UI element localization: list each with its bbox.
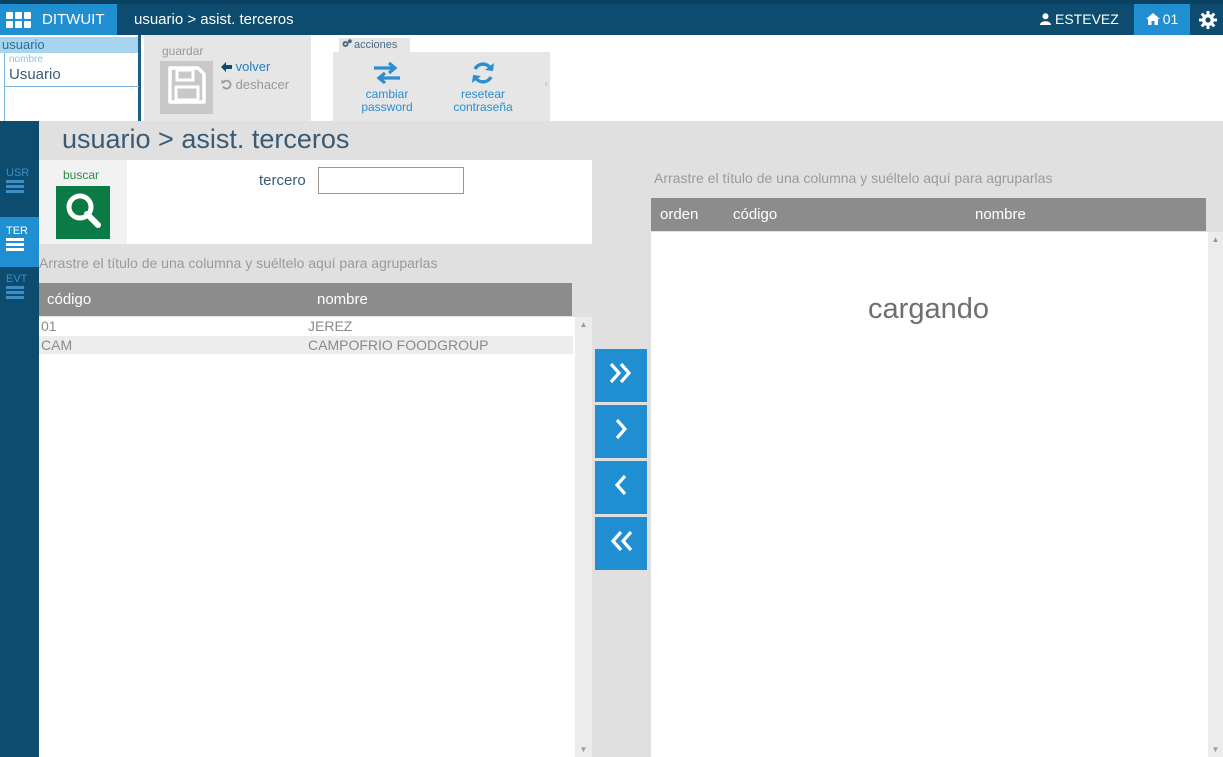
record-name-field[interactable]: nombre Usuario [4, 53, 139, 122]
search-icon [63, 190, 103, 235]
left-rail: USR TER EVT [0, 121, 39, 757]
search-panel: buscar tercero [39, 160, 592, 244]
apps-grid-icon [6, 12, 32, 28]
column-header-orden[interactable]: orden [660, 198, 698, 231]
rail-item-ter[interactable]: TER [0, 217, 39, 267]
left-group-drop-zone[interactable]: Arrastre el título de una columna y suél… [39, 255, 437, 271]
list-icon [6, 286, 24, 299]
right-scrollbar[interactable]: ▲ ▼ [1208, 232, 1223, 757]
app-menu-button[interactable]: DITWUIT [0, 4, 117, 35]
change-password-line2: password [361, 100, 413, 114]
list-icon [6, 180, 24, 193]
column-header-codigo[interactable]: código [733, 198, 777, 231]
move-left-button[interactable] [595, 461, 647, 514]
right-group-drop-zone[interactable]: Arrastre el título de una columna y suél… [654, 170, 1052, 186]
user-icon [1040, 5, 1051, 36]
refresh-icon [443, 56, 523, 88]
home-button[interactable]: 01 [1134, 4, 1190, 35]
scroll-up-icon[interactable]: ▲ [1208, 235, 1223, 244]
reset-password-line2: contraseña [453, 100, 513, 114]
actions-tab-label: acciones [354, 39, 398, 51]
cell-code: 01 [41, 318, 57, 334]
cell-name: CAMPOFRIO FOODGROUP [308, 337, 489, 353]
change-password-button[interactable]: cambiar password [353, 56, 421, 114]
left-grid-body: 01 JEREZ CAM CAMPOFRIO FOODGROUP [39, 317, 575, 757]
rail-item-label: TER [6, 225, 28, 237]
record-entity: usuario [0, 37, 138, 53]
actions-tab[interactable]: acciones [339, 38, 410, 52]
user-menu[interactable]: ESTEVEZ [1040, 4, 1119, 35]
save-group: guardar volver deshacer [144, 35, 311, 121]
page-title: usuario > asist. terceros [62, 124, 350, 154]
undo-link[interactable]: deshacer [221, 77, 289, 93]
search-label: buscar [63, 168, 100, 182]
top-breadcrumb: usuario > asist. terceros [134, 11, 294, 28]
move-all-right-button[interactable] [595, 349, 647, 402]
rail-item-usr[interactable]: USR [0, 167, 39, 217]
left-grid-header: código nombre [39, 283, 572, 316]
move-all-left-button[interactable] [595, 517, 647, 570]
settings-button[interactable] [1192, 4, 1223, 35]
save-group-label: guardar [162, 44, 204, 58]
scroll-up-icon[interactable]: ▲ [575, 320, 592, 329]
home-icon [1145, 5, 1160, 36]
chevron-right-icon [613, 417, 629, 446]
cogs-icon [342, 38, 352, 52]
tercero-input[interactable] [318, 167, 464, 194]
column-header-nombre[interactable]: nombre [975, 198, 1026, 231]
reset-password-button[interactable]: resetear contraseña [443, 56, 523, 114]
save-button[interactable] [160, 61, 213, 114]
undo-icon [221, 78, 232, 93]
back-label: volver [235, 59, 271, 74]
tercero-label: tercero [259, 172, 306, 189]
loading-status: cargando [868, 293, 989, 325]
chevron-left-icon[interactable]: ‹ [544, 78, 548, 90]
scroll-down-icon[interactable]: ▼ [1208, 745, 1223, 754]
double-chevron-right-icon [608, 361, 634, 390]
record-field-value: Usuario [9, 66, 61, 83]
chevron-left-icon [613, 473, 629, 502]
exchange-icon [353, 56, 421, 88]
brand-label: DITWUIT [42, 11, 105, 28]
list-icon [6, 238, 24, 251]
home-label: 01 [1162, 11, 1179, 27]
table-row[interactable]: 01 JEREZ [39, 317, 573, 335]
undo-label: deshacer [235, 77, 290, 92]
record-field-label: nombre [9, 54, 43, 65]
actions-group: cambiar password resetear contraseña ‹ [333, 52, 550, 121]
move-right-button[interactable] [595, 405, 647, 458]
column-header-nombre[interactable]: nombre [317, 283, 368, 316]
divider [5, 86, 139, 87]
table-row[interactable]: CAM CAMPOFRIO FOODGROUP [39, 336, 573, 354]
floppy-disk-icon [167, 65, 207, 110]
record-card: usuario nombre Usuario [0, 35, 141, 122]
rail-item-label: EVT [6, 273, 28, 285]
rail-item-evt[interactable]: EVT [0, 273, 39, 323]
search-button[interactable] [56, 186, 110, 239]
scroll-down-icon[interactable]: ▼ [575, 745, 592, 754]
user-name: ESTEVEZ [1055, 11, 1119, 27]
gear-icon [1198, 10, 1218, 29]
arrow-left-icon [221, 60, 232, 75]
left-scrollbar[interactable]: ▲ ▼ [575, 317, 592, 757]
cell-name: JEREZ [308, 318, 353, 334]
double-chevron-left-icon [608, 529, 634, 558]
back-link[interactable]: volver [221, 59, 270, 75]
cell-code: CAM [41, 337, 73, 353]
column-header-codigo[interactable]: código [47, 283, 91, 316]
right-grid-header: orden código nombre [651, 198, 1206, 231]
rail-item-label: USR [6, 167, 30, 179]
